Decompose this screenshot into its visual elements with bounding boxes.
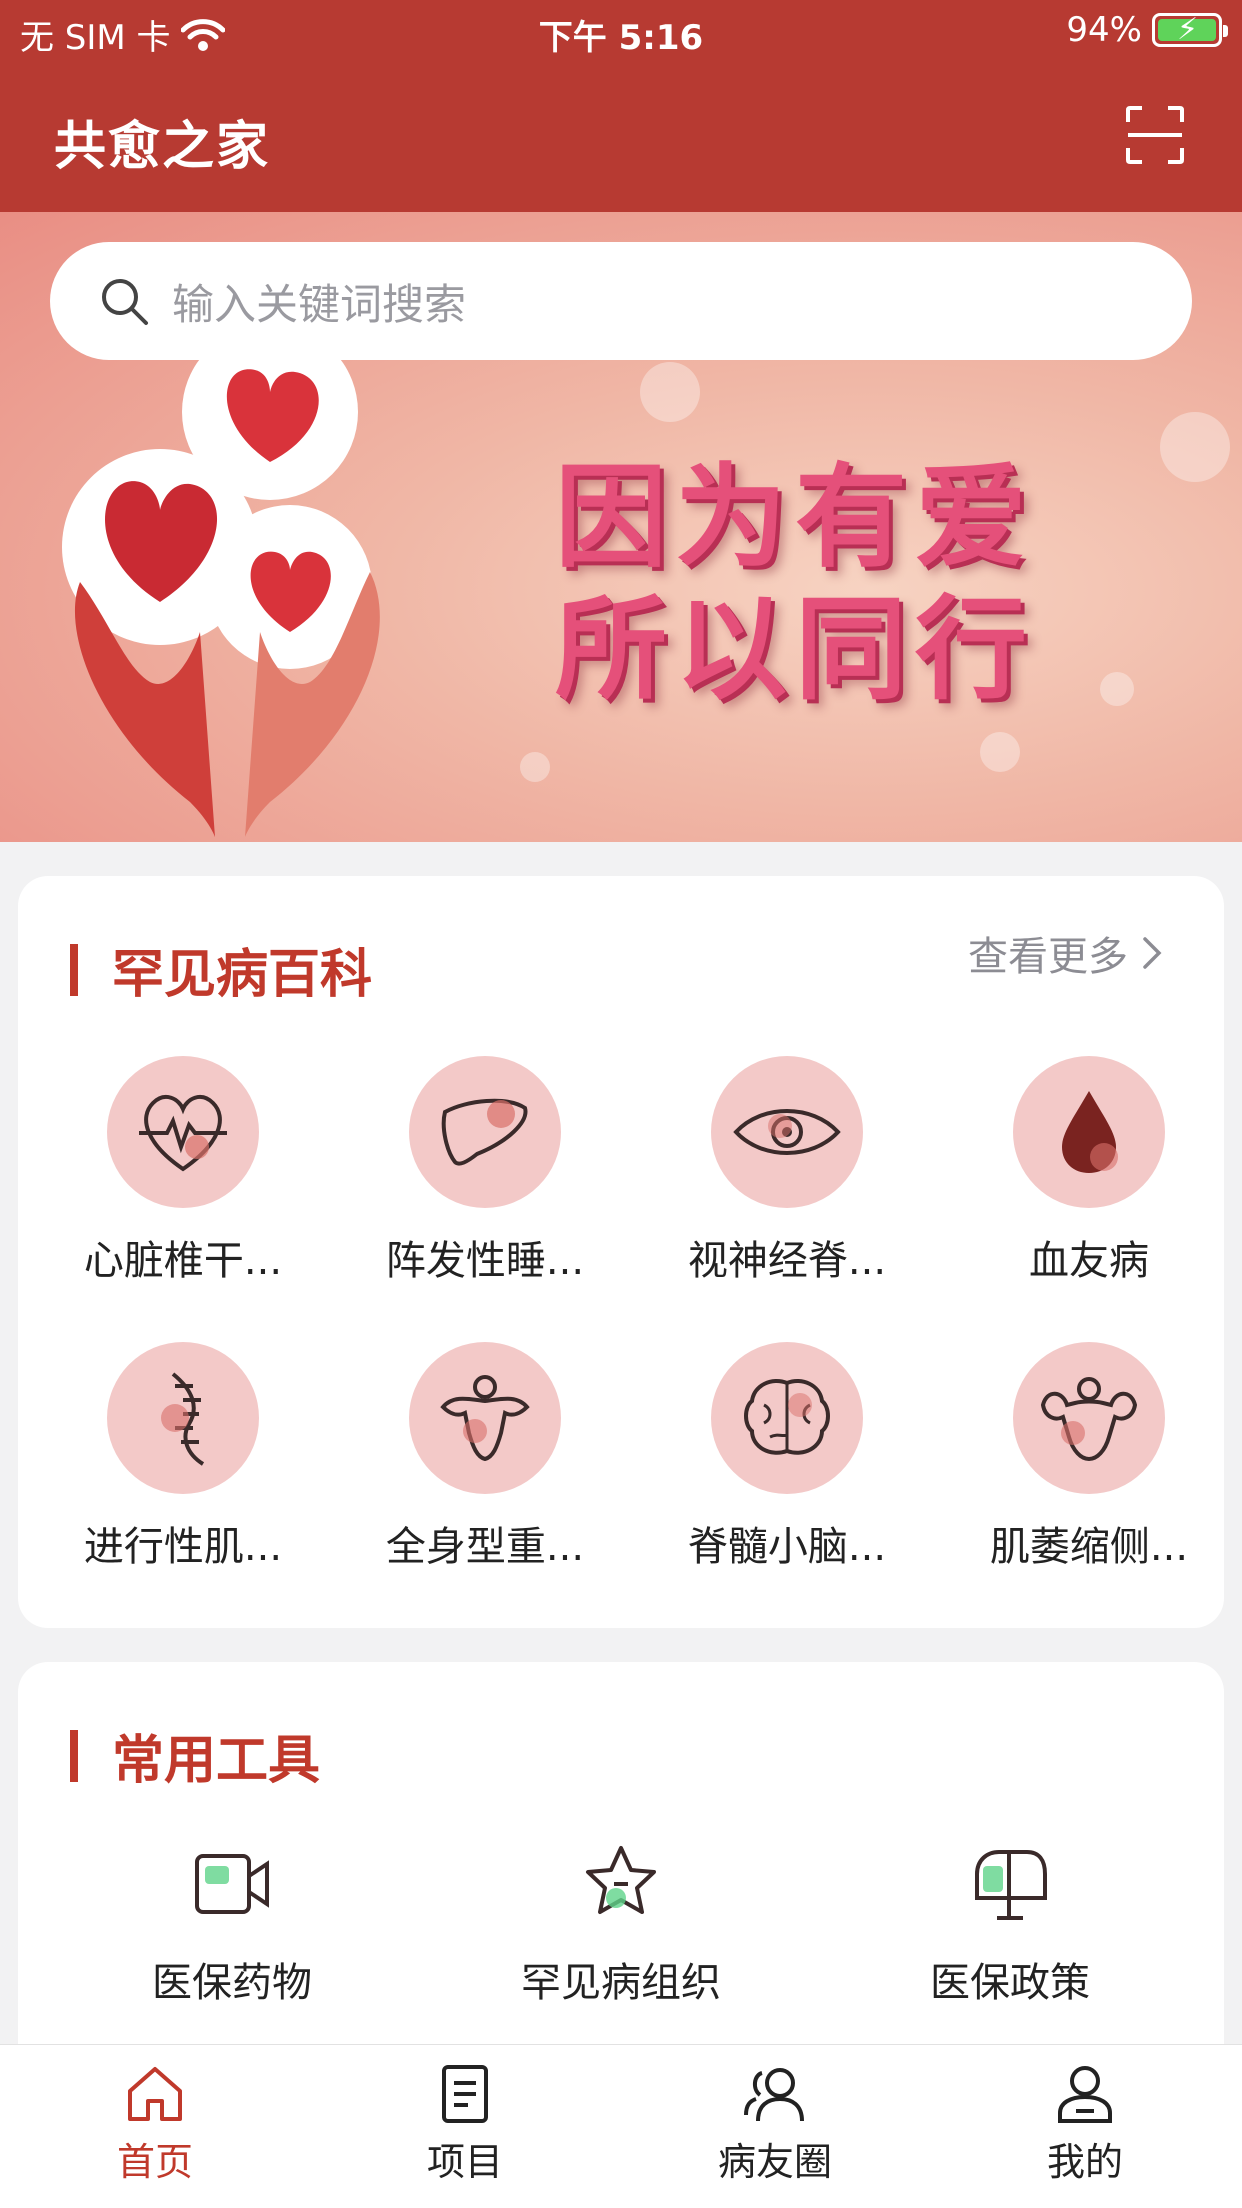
app-header: 无 SIM 卡 下午 5:16 94% ⚡ 共愈之家 xyxy=(0,0,1242,212)
view-more-link[interactable]: 查看更多 xyxy=(968,924,1162,982)
tab-friends[interactable]: 病友圈 xyxy=(620,2063,930,2186)
disease-item[interactable]: 阵发性睡... xyxy=(335,1056,635,1286)
disease-label: 肌萎缩侧... xyxy=(989,1524,1189,1570)
disease-item[interactable]: 肌萎缩侧... xyxy=(939,1342,1239,1572)
battery-icon: ⚡ xyxy=(1152,12,1228,47)
banner-slogan-line1: 因为有爱 xyxy=(555,453,1035,583)
search-placeholder: 输入关键词搜索 xyxy=(172,279,467,329)
banner[interactable]: 输入关键词搜索 因为有爱 所以同行 xyxy=(0,212,1242,842)
tab-profile[interactable]: 我的 xyxy=(930,2063,1240,2186)
eye-icon xyxy=(733,1109,841,1155)
star-icon xyxy=(586,1846,656,1914)
bottom-tab-bar: 首页 项目 病友圈 我的 xyxy=(0,2044,1242,2208)
brain-icon xyxy=(744,1379,830,1455)
disease-label: 进行性肌... xyxy=(83,1524,283,1570)
tool-item[interactable]: 医保药物 xyxy=(42,1842,422,2008)
tab-home[interactable]: 首页 xyxy=(0,2063,310,2186)
muscle-body-icon xyxy=(440,1375,530,1462)
disease-label: 全身型重... xyxy=(385,1524,585,1570)
rare-disease-card: 罕见病百科 查看更多 心脏椎干... 阵发性睡... 视神经脊... 血友病 进… xyxy=(18,876,1224,1628)
banner-slogan: 因为有爱 所以同行 xyxy=(555,452,1115,716)
heart-pulse-icon xyxy=(139,1094,227,1172)
section-accent-bar xyxy=(70,1729,78,1782)
home-icon xyxy=(128,2067,182,2121)
disease-item[interactable]: 进行性肌... xyxy=(33,1342,333,1572)
document-icon xyxy=(442,2065,488,2123)
tab-label: 首页 xyxy=(116,2140,193,2184)
video-icon xyxy=(195,1854,269,1914)
profile-icon xyxy=(1058,2066,1112,2123)
spine-icon xyxy=(161,1372,205,1466)
disease-item[interactable]: 心脏椎干... xyxy=(33,1056,333,1286)
battery-percent: 94% xyxy=(1066,10,1142,50)
disease-item[interactable]: 视神经脊... xyxy=(637,1056,937,1286)
disease-item[interactable]: 脊髓小脑... xyxy=(637,1342,937,1572)
section-accent-bar xyxy=(70,943,78,996)
tab-label: 项目 xyxy=(426,2140,503,2184)
muscle-torso-icon xyxy=(1040,1377,1138,1461)
tool-item[interactable]: 罕见病组织 xyxy=(431,1842,811,2008)
section-title: 常用工具 xyxy=(112,1731,321,1791)
section-title: 罕见病百科 xyxy=(112,945,373,1005)
disease-item[interactable]: 血友病 xyxy=(939,1056,1239,1286)
status-time: 下午 5:16 xyxy=(538,18,704,58)
search-input[interactable]: 输入关键词搜索 xyxy=(50,242,1192,360)
liver-icon xyxy=(441,1098,528,1166)
blood-drop-icon xyxy=(1062,1091,1118,1173)
tab-label: 我的 xyxy=(1046,2140,1123,2184)
disease-label: 心脏椎干... xyxy=(83,1238,283,1284)
view-more-label: 查看更多 xyxy=(968,934,1128,980)
page-title: 共愈之家 xyxy=(54,117,271,177)
tab-label: 病友圈 xyxy=(717,2140,832,2184)
scan-icon[interactable] xyxy=(1126,106,1184,164)
tab-projects[interactable]: 项目 xyxy=(310,2063,620,2186)
disease-item[interactable]: 全身型重... xyxy=(335,1342,635,1572)
tool-label: 罕见病组织 xyxy=(521,1960,721,2006)
disease-label: 血友病 xyxy=(1029,1238,1149,1284)
chevron-right-icon xyxy=(1143,937,1162,969)
banner-slogan-line2: 所以同行 xyxy=(555,585,1035,715)
status-bar: 无 SIM 卡 下午 5:16 94% ⚡ xyxy=(0,0,1242,64)
search-icon xyxy=(102,279,148,325)
disease-label: 脊髓小脑... xyxy=(687,1524,887,1570)
tool-label: 医保政策 xyxy=(930,1960,1090,2006)
friends-icon xyxy=(744,2068,804,2122)
mailbox-icon xyxy=(975,1850,1047,1920)
disease-label: 视神经脊... xyxy=(687,1238,887,1284)
tool-label: 医保药物 xyxy=(152,1960,312,2006)
tool-item[interactable]: 医保政策 xyxy=(820,1842,1200,2008)
disease-label: 阵发性睡... xyxy=(385,1238,585,1284)
hands-hearts-illustration xyxy=(62,332,380,837)
